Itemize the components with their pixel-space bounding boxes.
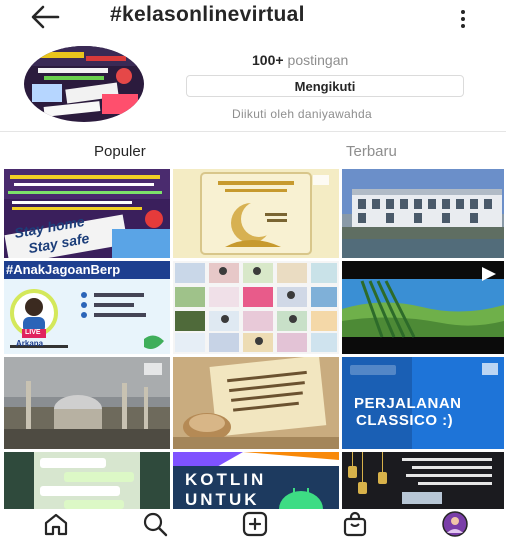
tile-text-perjalanan: PERJALANAN (354, 395, 462, 412)
post-landscape-video[interactable] (342, 261, 504, 354)
following-button[interactable]: Mengikuti (186, 75, 464, 97)
post-stay-home[interactable]: Stay home Stay safe (4, 169, 170, 258)
nav-shop[interactable] (341, 511, 369, 537)
hashtag-profile-image (24, 46, 144, 122)
tile-text-untuk: UNTUK (185, 490, 260, 509)
arrow-left-icon (31, 5, 60, 29)
post-mosque[interactable] (4, 357, 170, 449)
nav-home[interactable] (42, 511, 70, 537)
post-count: 100+ postingan (252, 52, 348, 68)
page-title: #kelasonlinevirtual (110, 3, 305, 26)
nav-profile[interactable] (440, 511, 470, 537)
more-options-button[interactable] (455, 8, 471, 30)
nav-search[interactable] (141, 511, 169, 537)
post-anak-jagoan[interactable]: #AnakJagoanBerp LIVE Arkana (4, 261, 170, 354)
home-icon (44, 513, 68, 536)
search-icon (143, 512, 168, 537)
post-arabic-note[interactable] (173, 357, 339, 449)
post-ramadan-lanterns[interactable] (342, 452, 504, 509)
tab-terbaru[interactable]: Terbaru (346, 143, 397, 160)
more-vertical-icon (461, 10, 465, 28)
nav-add-post[interactable] (241, 511, 269, 537)
profile-avatar (442, 511, 468, 537)
divider (0, 131, 506, 132)
tile-text-anak-jagoan: #AnakJagoanBerp (6, 262, 121, 277)
shop-icon (343, 511, 367, 537)
post-count-label: postingan (287, 52, 349, 68)
post-chat-screenshot[interactable] (4, 452, 170, 509)
bottom-navigation (0, 509, 506, 539)
back-button[interactable] (30, 4, 60, 30)
post-kotlin[interactable]: KOTLIN UNTUK (173, 452, 339, 509)
post-grid: Stay home Stay safe #AnakJagoanBerp LIVE… (4, 169, 504, 509)
tile-text-live: LIVE (25, 329, 41, 336)
post-perjalanan[interactable]: PERJALANAN CLASSICO :) (342, 357, 504, 449)
tile-text-arkana: Arkana (16, 339, 44, 348)
post-school-building[interactable] (342, 169, 504, 258)
post-ramadan-card[interactable] (173, 169, 339, 258)
top-bar: #kelasonlinevirtual (0, 0, 506, 36)
post-collage[interactable] (173, 261, 339, 354)
followed-by-text: Diikuti oleh daniyawahda (232, 107, 372, 121)
tile-text-classico: CLASSICO :) (356, 412, 454, 429)
post-count-number: 100+ (252, 52, 284, 68)
tile-text-kotlin: KOTLIN (185, 470, 267, 489)
add-post-icon (242, 511, 268, 537)
tab-populer[interactable]: Populer (94, 143, 146, 160)
